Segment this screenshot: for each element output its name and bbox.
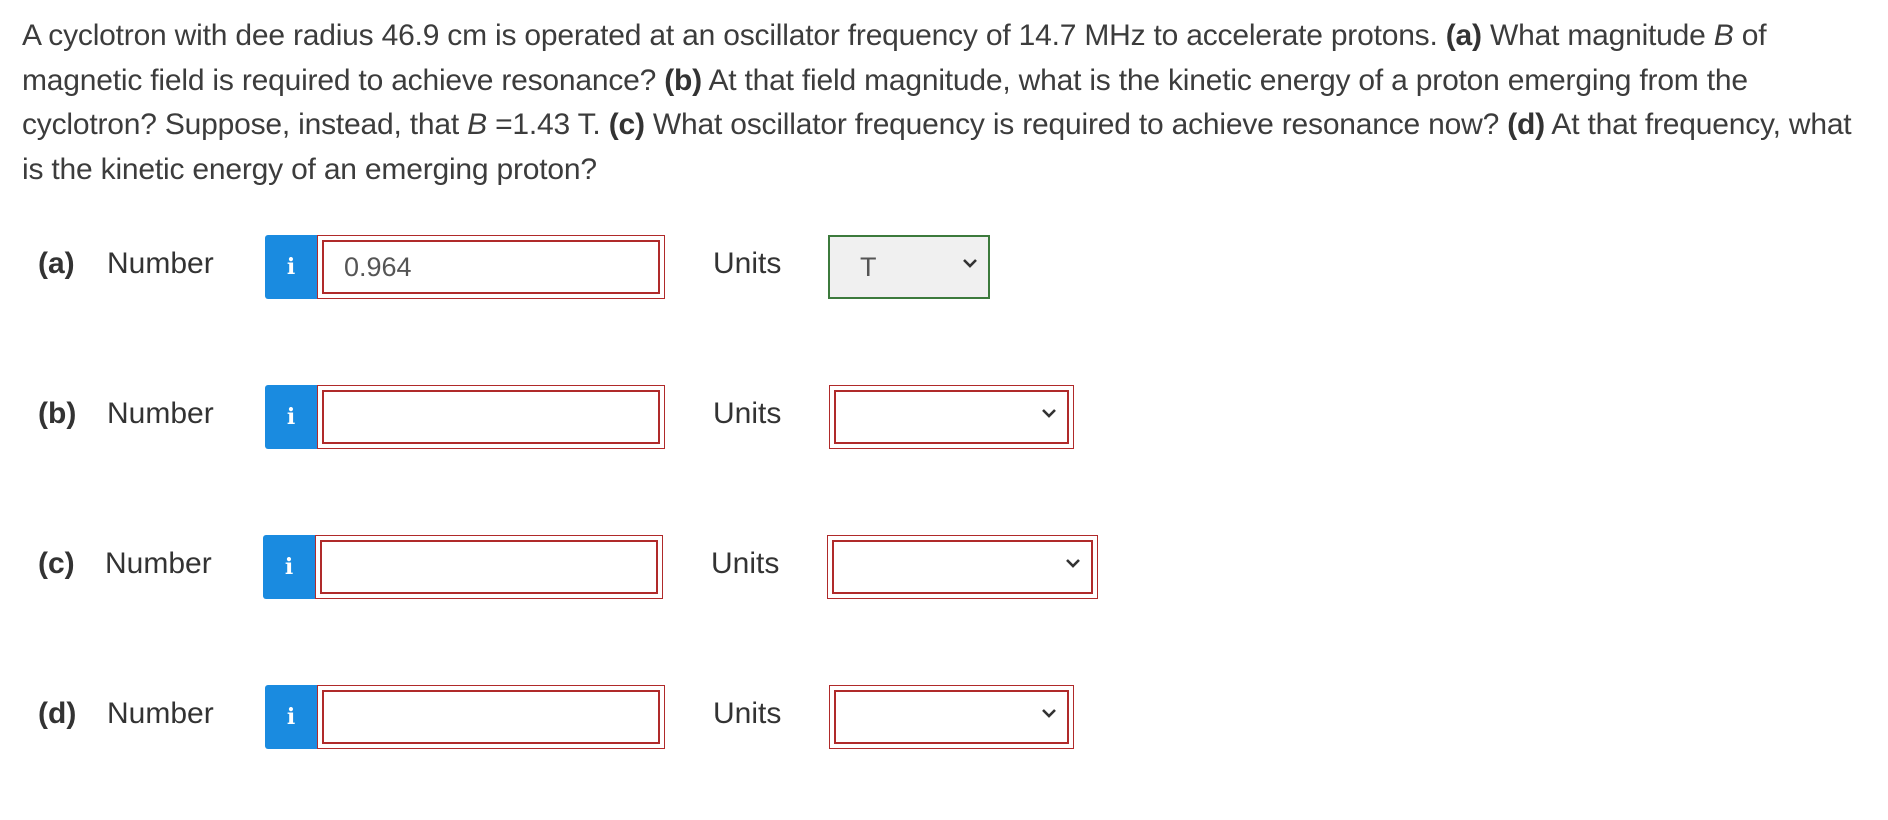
chevron-down-icon (1065, 557, 1080, 571)
units-label: Units (711, 547, 780, 580)
part-c-marker: (c) (608, 108, 645, 141)
question-segment: What oscillator frequency is required to… (644, 108, 1508, 141)
units-label: Units (713, 697, 782, 730)
number-label: Number (107, 247, 214, 280)
units-select-b[interactable] (829, 385, 1074, 449)
number-label: Number (107, 697, 214, 730)
part-label: (a) (38, 247, 75, 280)
question-segment: =1.43 T. (486, 108, 609, 141)
chevron-down-icon (1041, 707, 1056, 721)
units-selected-value: T (860, 251, 877, 282)
answer-input-b[interactable] (317, 385, 665, 449)
number-label: Number (107, 397, 214, 430)
part-label: (c) (38, 547, 75, 580)
answer-input-value[interactable] (322, 390, 660, 444)
part-label: (d) (38, 697, 77, 730)
question-segment: What magnitude (1481, 19, 1714, 52)
chevron-down-icon (1041, 407, 1056, 421)
part-d-marker: (d) (1507, 108, 1545, 141)
answer-row-c: (c) Number i Units (0, 535, 1888, 601)
answer-row-d: (d) Number i Units (0, 685, 1888, 751)
units-select-c[interactable] (827, 535, 1098, 599)
units-label: Units (713, 247, 782, 280)
info-icon[interactable]: i (265, 385, 317, 449)
answer-input-d[interactable] (317, 685, 665, 749)
question-text: A cyclotron with dee radius 46.9 cm is o… (22, 14, 1872, 192)
part-label: (b) (38, 397, 77, 430)
info-icon[interactable]: i (265, 235, 317, 299)
answer-row-b: (b) Number i Units (0, 385, 1888, 451)
answer-input-value[interactable]: 0.964 (322, 240, 660, 294)
answer-input-c[interactable] (315, 535, 663, 599)
answer-input-value[interactable] (322, 690, 660, 744)
chevron-down-icon (962, 257, 977, 271)
units-select-a[interactable]: T (828, 235, 990, 299)
answer-input-value[interactable] (320, 540, 658, 594)
info-icon[interactable]: i (263, 535, 315, 599)
units-select-d[interactable] (829, 685, 1074, 749)
symbol-b: B (1713, 19, 1734, 52)
part-a-marker: (a) (1445, 19, 1482, 52)
question-segment: A cyclotron with dee radius 46.9 cm is o… (22, 19, 1446, 52)
symbol-b: B (467, 108, 487, 141)
info-icon[interactable]: i (265, 685, 317, 749)
answer-input-a[interactable]: 0.964 (317, 235, 665, 299)
part-b-marker: (b) (664, 63, 702, 97)
number-label: Number (105, 547, 212, 580)
answer-row-a: (a) Number i 0.964 Units T (0, 235, 1888, 301)
units-label: Units (713, 397, 782, 430)
